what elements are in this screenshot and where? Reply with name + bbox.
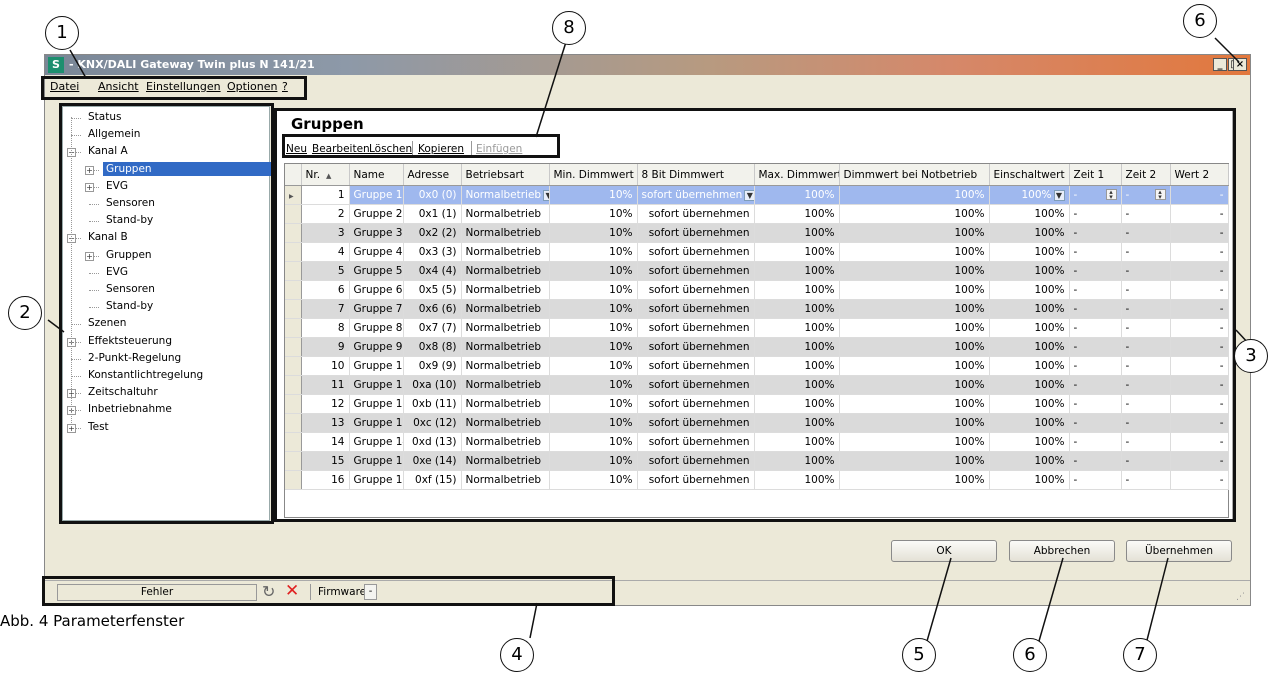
annotation-frame-menu xyxy=(41,76,307,100)
cancel-button[interactable]: Abbrechen xyxy=(1009,540,1115,562)
callout-6a: 6 xyxy=(1183,4,1217,38)
title-bar[interactable]: S - KNX/DALI Gateway Twin plus N 141/21 … xyxy=(45,55,1250,75)
ok-button[interactable]: OK xyxy=(891,540,997,562)
annotation-frame-status xyxy=(42,576,615,606)
callout-2: 2 xyxy=(8,296,42,330)
window-title: - KNX/DALI Gateway Twin plus N 141/21 xyxy=(69,58,315,71)
leader-line-4 xyxy=(529,602,538,639)
close-button[interactable]: × xyxy=(1233,58,1247,71)
apply-button[interactable]: Übernehmen xyxy=(1126,540,1232,562)
figure-caption: Abb. 4 Parameterfenster xyxy=(0,612,185,630)
callout-1: 1 xyxy=(45,16,79,50)
callout-3: 3 xyxy=(1234,339,1268,373)
callout-4: 4 xyxy=(500,638,534,672)
callout-8: 8 xyxy=(552,11,586,45)
minimize-button[interactable]: _ xyxy=(1213,58,1227,71)
callout-6b: 6 xyxy=(1013,638,1047,672)
app-icon[interactable]: S xyxy=(48,57,64,73)
annotation-frame-toolbar xyxy=(282,134,560,158)
annotation-frame-grid xyxy=(274,108,1236,522)
annotation-frame-tree xyxy=(59,103,274,524)
resize-grip-icon[interactable]: ⋰ xyxy=(1236,592,1245,602)
callout-7: 7 xyxy=(1123,638,1157,672)
callout-5: 5 xyxy=(902,638,936,672)
